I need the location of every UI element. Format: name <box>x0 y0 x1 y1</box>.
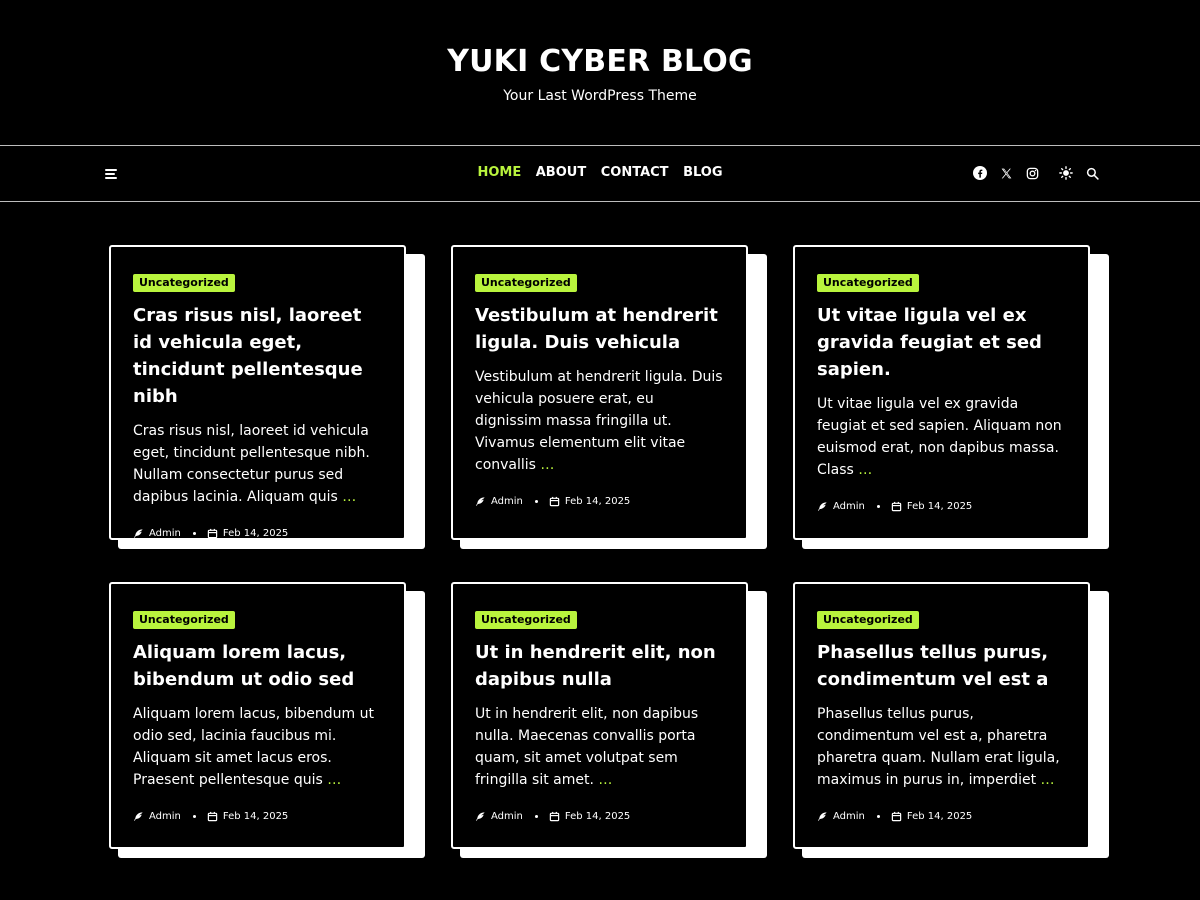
category-badge[interactable]: Uncategorized <box>817 611 919 629</box>
meta-separator <box>192 815 196 818</box>
post-card-body[interactable]: Uncategorized Aliquam lorem lacus, biben… <box>109 582 406 849</box>
post-author[interactable]: Admin <box>833 501 865 512</box>
nav-link-home[interactable]: HOME <box>477 165 521 180</box>
post-card[interactable]: Uncategorized Cras risus nisl, laoreet i… <box>109 245 425 549</box>
calendar-icon <box>207 528 218 539</box>
post-meta: Admin Feb 14, 2025 <box>817 811 1066 822</box>
post-date[interactable]: Feb 14, 2025 <box>223 811 288 822</box>
facebook-icon[interactable] <box>972 165 988 181</box>
read-more-link[interactable]: … <box>540 457 554 473</box>
excerpt-text: Vestibulum at hendrerit ligula. Duis veh… <box>475 369 723 473</box>
main-navigation: HOME ABOUT CONTACT BLOG <box>0 145 1200 202</box>
meta-separator <box>534 500 538 503</box>
post-title[interactable]: Phasellus tellus purus, condimentum vel … <box>817 639 1066 693</box>
post-title[interactable]: Ut vitae ligula vel ex gravida feugiat e… <box>817 302 1066 383</box>
meta-separator <box>876 815 880 818</box>
post-title[interactable]: Ut in hendrerit elit, non dapibus nulla <box>475 639 724 693</box>
theme-toggle-icon[interactable] <box>1058 165 1074 181</box>
excerpt-text: Ut vitae ligula vel ex gravida feugiat e… <box>817 396 1062 478</box>
read-more-link[interactable]: … <box>858 462 872 478</box>
post-meta: Admin Feb 14, 2025 <box>133 811 382 822</box>
nav-link-contact[interactable]: CONTACT <box>601 165 669 180</box>
nav-link-blog[interactable]: BLOG <box>683 165 722 180</box>
post-title[interactable]: Vestibulum at hendrerit ligula. Duis veh… <box>475 302 724 356</box>
post-date[interactable]: Feb 14, 2025 <box>565 496 630 507</box>
feather-icon <box>475 811 486 822</box>
post-date[interactable]: Feb 14, 2025 <box>565 811 630 822</box>
post-card-body[interactable]: Uncategorized Ut in hendrerit elit, non … <box>451 582 748 849</box>
site-header: YUKI CYBER BLOG Your Last WordPress Them… <box>0 0 1200 146</box>
calendar-icon <box>891 811 902 822</box>
calendar-icon <box>891 501 902 512</box>
post-author[interactable]: Admin <box>491 811 523 822</box>
category-badge[interactable]: Uncategorized <box>133 611 235 629</box>
calendar-icon <box>207 811 218 822</box>
post-meta: Admin Feb 14, 2025 <box>475 811 724 822</box>
post-card[interactable]: Uncategorized Vestibulum at hendrerit li… <box>451 245 767 549</box>
x-twitter-icon[interactable] <box>998 165 1014 181</box>
read-more-link[interactable]: … <box>1041 772 1055 788</box>
excerpt-text: Ut in hendrerit elit, non dapibus nulla.… <box>475 706 699 788</box>
post-excerpt: Vestibulum at hendrerit ligula. Duis veh… <box>475 366 724 476</box>
post-meta: Admin Feb 14, 2025 <box>475 496 724 507</box>
read-more-link[interactable]: … <box>342 489 356 505</box>
instagram-icon[interactable] <box>1024 165 1040 181</box>
post-meta: Admin Feb 14, 2025 <box>133 528 382 539</box>
feather-icon <box>133 811 144 822</box>
post-excerpt: Ut in hendrerit elit, non dapibus nulla.… <box>475 703 724 791</box>
site-title[interactable]: YUKI CYBER BLOG <box>0 44 1200 79</box>
feather-icon <box>817 811 828 822</box>
feather-icon <box>817 501 828 512</box>
read-more-link[interactable]: … <box>327 772 341 788</box>
post-card[interactable]: Uncategorized Aliquam lorem lacus, biben… <box>109 582 425 858</box>
post-meta: Admin Feb 14, 2025 <box>817 501 1066 512</box>
post-author[interactable]: Admin <box>833 811 865 822</box>
site-tagline: Your Last WordPress Theme <box>503 88 697 104</box>
post-card-body[interactable]: Uncategorized Phasellus tellus purus, co… <box>793 582 1090 849</box>
meta-separator <box>876 505 880 508</box>
read-more-link[interactable]: … <box>598 772 612 788</box>
calendar-icon <box>549 496 560 507</box>
category-badge[interactable]: Uncategorized <box>475 611 577 629</box>
post-card[interactable]: Uncategorized Phasellus tellus purus, co… <box>793 582 1109 858</box>
post-excerpt: Phasellus tellus purus, condimentum vel … <box>817 703 1066 791</box>
category-badge[interactable]: Uncategorized <box>475 274 577 292</box>
feather-icon <box>475 496 486 507</box>
post-author[interactable]: Admin <box>149 811 181 822</box>
post-author[interactable]: Admin <box>491 496 523 507</box>
search-icon[interactable] <box>1084 165 1100 181</box>
post-card[interactable]: Uncategorized Ut in hendrerit elit, non … <box>451 582 767 858</box>
post-card-body[interactable]: Uncategorized Ut vitae ligula vel ex gra… <box>793 245 1090 540</box>
nav-icons <box>962 165 1100 181</box>
category-badge[interactable]: Uncategorized <box>133 274 235 292</box>
post-card-body[interactable]: Uncategorized Cras risus nisl, laoreet i… <box>109 245 406 540</box>
post-author[interactable]: Admin <box>149 528 181 539</box>
meta-separator <box>192 532 196 535</box>
excerpt-text: Cras risus nisl, laoreet id vehicula ege… <box>133 423 370 505</box>
post-date[interactable]: Feb 14, 2025 <box>907 501 972 512</box>
post-card[interactable]: Uncategorized Ut vitae ligula vel ex gra… <box>793 245 1109 549</box>
post-excerpt: Ut vitae ligula vel ex gravida feugiat e… <box>817 393 1066 481</box>
post-title[interactable]: Aliquam lorem lacus, bibendum ut odio se… <box>133 639 382 693</box>
post-card-body[interactable]: Uncategorized Vestibulum at hendrerit li… <box>451 245 748 540</box>
excerpt-text: Phasellus tellus purus, condimentum vel … <box>817 706 1060 788</box>
post-excerpt: Cras risus nisl, laoreet id vehicula ege… <box>133 420 382 508</box>
category-badge[interactable]: Uncategorized <box>817 274 919 292</box>
calendar-icon <box>549 811 560 822</box>
nav-link-about[interactable]: ABOUT <box>536 165 586 180</box>
feather-icon <box>133 528 144 539</box>
post-excerpt: Aliquam lorem lacus, bibendum ut odio se… <box>133 703 382 791</box>
post-date[interactable]: Feb 14, 2025 <box>907 811 972 822</box>
meta-separator <box>534 815 538 818</box>
post-date[interactable]: Feb 14, 2025 <box>223 528 288 539</box>
post-title[interactable]: Cras risus nisl, laoreet id vehicula ege… <box>133 302 382 410</box>
